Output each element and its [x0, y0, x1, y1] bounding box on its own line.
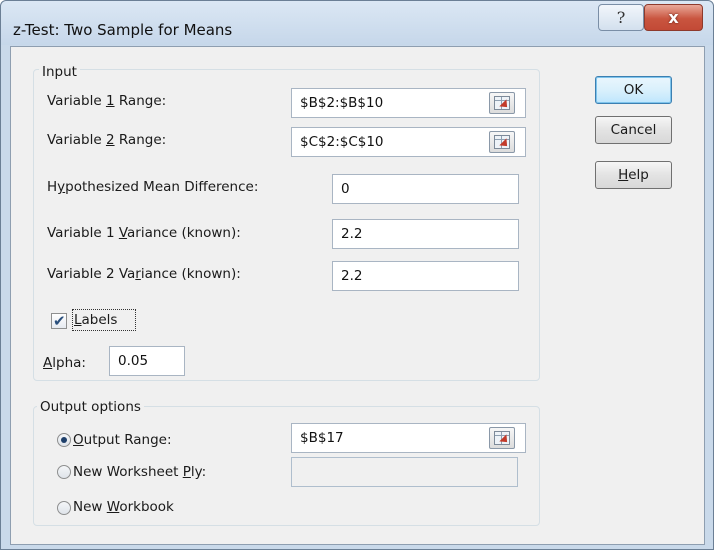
new-workbook-label[interactable]: New Workbook: [73, 498, 174, 516]
dialog-body: Input Variable 1 Range: Variable 2 Range…: [10, 46, 705, 545]
variable2-variance-input[interactable]: [332, 261, 519, 291]
variable2-variance-label: Variable 2 Variance (known):: [47, 266, 241, 282]
labels-checkbox-label[interactable]: Labels: [74, 311, 117, 329]
output-options-group-label: Output options: [37, 399, 144, 415]
variable2-range-selector-button[interactable]: [489, 131, 515, 153]
help-button[interactable]: Help: [595, 161, 672, 189]
new-worksheet-ply-input[interactable]: [291, 457, 518, 487]
hypothesized-mean-difference-input[interactable]: [332, 174, 519, 204]
output-range-selector-button[interactable]: [489, 427, 515, 449]
labels-checkbox[interactable]: ✔: [51, 312, 67, 330]
ok-button-label: OK: [623, 82, 644, 98]
close-icon: x: [668, 8, 679, 27]
output-range-radio[interactable]: [57, 433, 71, 447]
cancel-button-label: Cancel: [610, 122, 657, 138]
cancel-button[interactable]: Cancel: [595, 116, 672, 144]
hypothesized-mean-difference-label: Hypothesized Mean Difference:: [47, 179, 259, 195]
new-workbook-radio[interactable]: [57, 501, 71, 515]
variable1-range-label: Variable 1 Range:: [47, 93, 167, 109]
question-icon: ?: [616, 8, 626, 27]
variable2-range-label: Variable 2 Range:: [47, 132, 167, 148]
output-range-label[interactable]: Output Range:: [73, 431, 172, 449]
new-worksheet-ply-label[interactable]: New Worksheet Ply:: [73, 463, 206, 481]
alpha-label: Alpha:: [43, 355, 86, 371]
input-group-label: Input: [39, 64, 80, 80]
alpha-input[interactable]: [109, 346, 185, 376]
variable1-range-selector-button[interactable]: [489, 92, 515, 114]
close-button[interactable]: x: [644, 4, 703, 31]
ok-button[interactable]: OK: [595, 76, 672, 104]
title-help-button[interactable]: ?: [598, 4, 644, 31]
dialog-window: z-Test: Two Sample for Means ? x Input V…: [0, 0, 714, 550]
variable1-variance-input[interactable]: [332, 219, 519, 249]
help-button-label: Help: [618, 167, 649, 183]
new-worksheet-ply-radio[interactable]: [57, 465, 71, 479]
title-bar[interactable]: z-Test: Two Sample for Means ? x: [1, 1, 713, 45]
dialog-title: z-Test: Two Sample for Means: [13, 21, 233, 39]
variable1-variance-label: Variable 1 Variance (known):: [47, 225, 241, 241]
checkmark-icon: ✔: [53, 312, 66, 330]
